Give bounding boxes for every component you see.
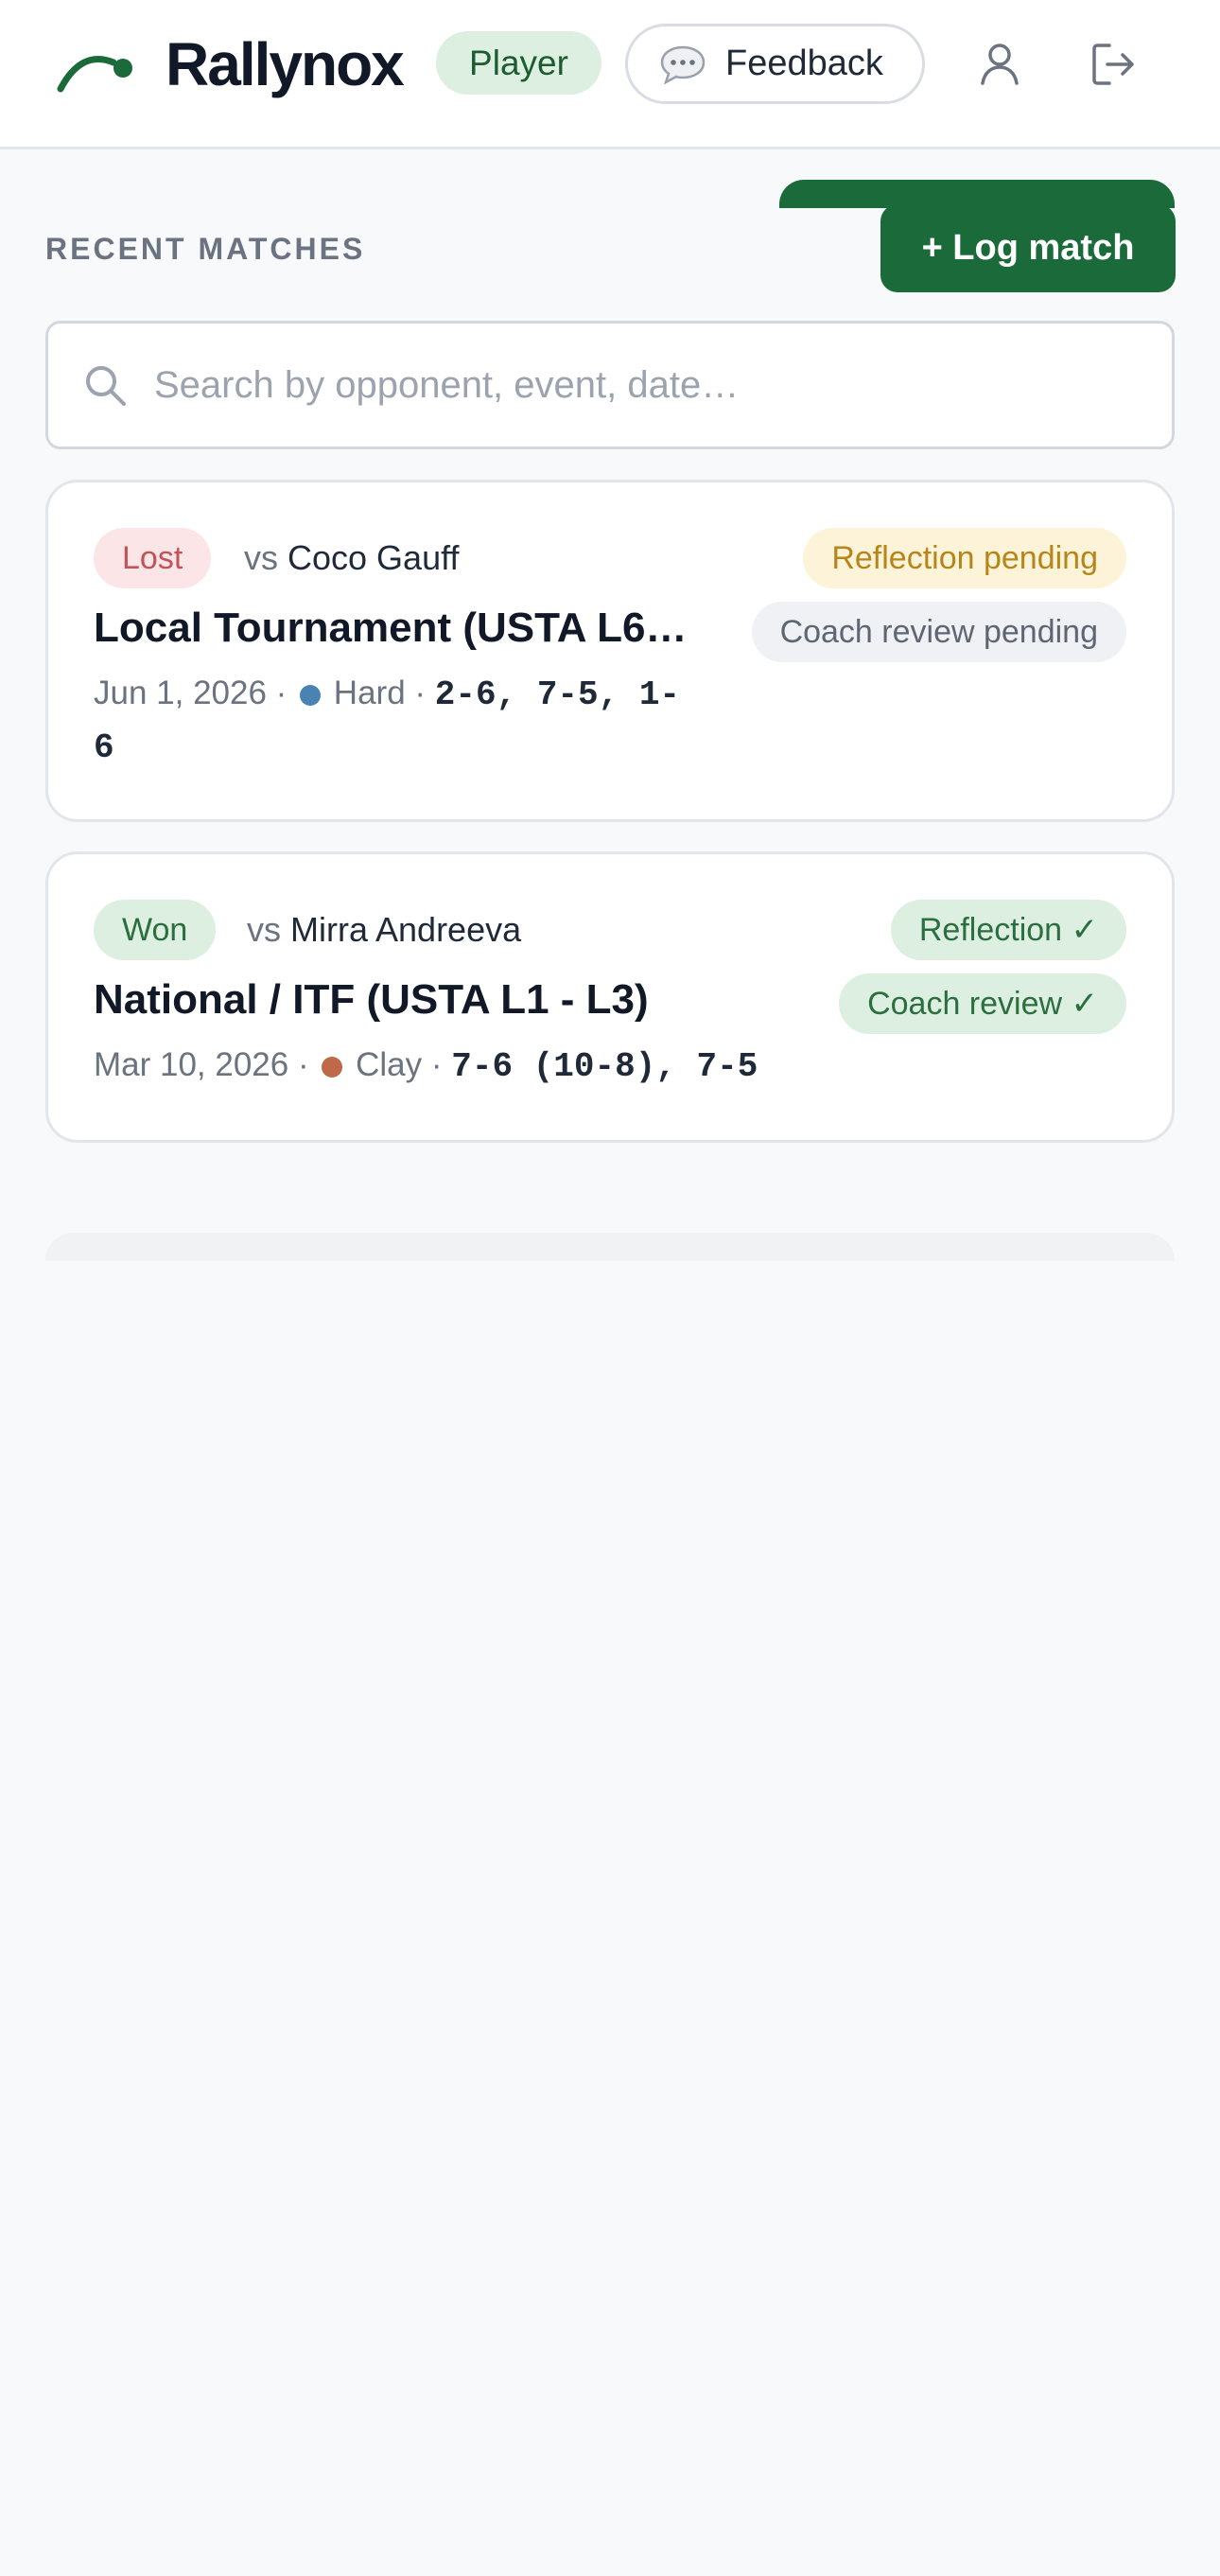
event-title: Local Tournament (USTA L6… xyxy=(94,605,688,651)
match-card[interactable]: Won vs Mirra Andreeva National / ITF (US… xyxy=(45,851,1175,1143)
event-title: National / ITF (USTA L1 - L3) xyxy=(94,976,649,1023)
opponent-line: vs Coco Gauff xyxy=(244,535,459,581)
logout-button[interactable] xyxy=(1085,36,1142,93)
meta-separator: · xyxy=(297,1046,309,1083)
meta-separator: · xyxy=(430,1046,443,1083)
match-meta: Mar 10, 2026 · Clay · 7-6 (10-8), 7-5 xyxy=(94,1040,812,1093)
search-icon xyxy=(86,366,126,406)
reflection-status-badge: Reflection ✓ xyxy=(890,900,1126,960)
coach-review-status-badge: Coach review pending xyxy=(751,602,1126,662)
surface-dot-icon xyxy=(300,685,322,706)
match-meta: Jun 1, 2026 · Hard · 2-6, 7-5, 1-6 xyxy=(94,668,699,774)
app-header: Rallynox Player Feedback xyxy=(0,0,1220,149)
opponent-name: Mirra Andreeva xyxy=(290,910,522,949)
coach-review-status-badge: Coach review ✓ xyxy=(839,973,1126,1034)
opponent-name: Coco Gauff xyxy=(288,538,460,577)
logout-icon xyxy=(1092,44,1134,85)
role-badge: Player xyxy=(436,31,601,95)
surface-label: Hard xyxy=(333,675,406,711)
search-box[interactable] xyxy=(45,321,1175,449)
feedback-label: Feedback xyxy=(725,44,883,83)
profile-button[interactable] xyxy=(971,36,1028,93)
match-score: 7-6 (10-8), 7-5 xyxy=(451,1047,758,1086)
vs-prefix: vs xyxy=(247,910,281,949)
vs-prefix: vs xyxy=(244,538,278,577)
result-badge: Won xyxy=(94,900,217,960)
meta-separator: · xyxy=(414,675,427,711)
match-date: Jun 1, 2026 xyxy=(94,675,267,711)
surface-dot-icon xyxy=(322,1057,343,1078)
feedback-button[interactable]: Feedback xyxy=(625,24,925,104)
match-date: Mar 10, 2026 xyxy=(94,1046,289,1083)
section-title: RECENT MATCHES xyxy=(45,232,366,266)
user-icon xyxy=(981,44,1019,85)
loading-card-placeholder xyxy=(45,1233,1175,1261)
match-card[interactable]: Lost vs Coco Gauff Local Tournament (UST… xyxy=(45,480,1175,822)
brand-name[interactable]: Rallynox xyxy=(166,25,405,104)
meta-separator: · xyxy=(275,675,288,711)
opponent-line: vs Mirra Andreeva xyxy=(247,907,521,953)
result-badge: Lost xyxy=(94,528,212,588)
reflection-status-badge: Reflection pending xyxy=(803,528,1126,588)
surface-label: Clay xyxy=(356,1046,423,1083)
log-match-button[interactable]: + Log match xyxy=(880,204,1176,292)
search-input[interactable] xyxy=(154,363,1100,407)
chat-bubble-icon xyxy=(660,45,706,84)
logo-arc-icon xyxy=(57,56,132,93)
